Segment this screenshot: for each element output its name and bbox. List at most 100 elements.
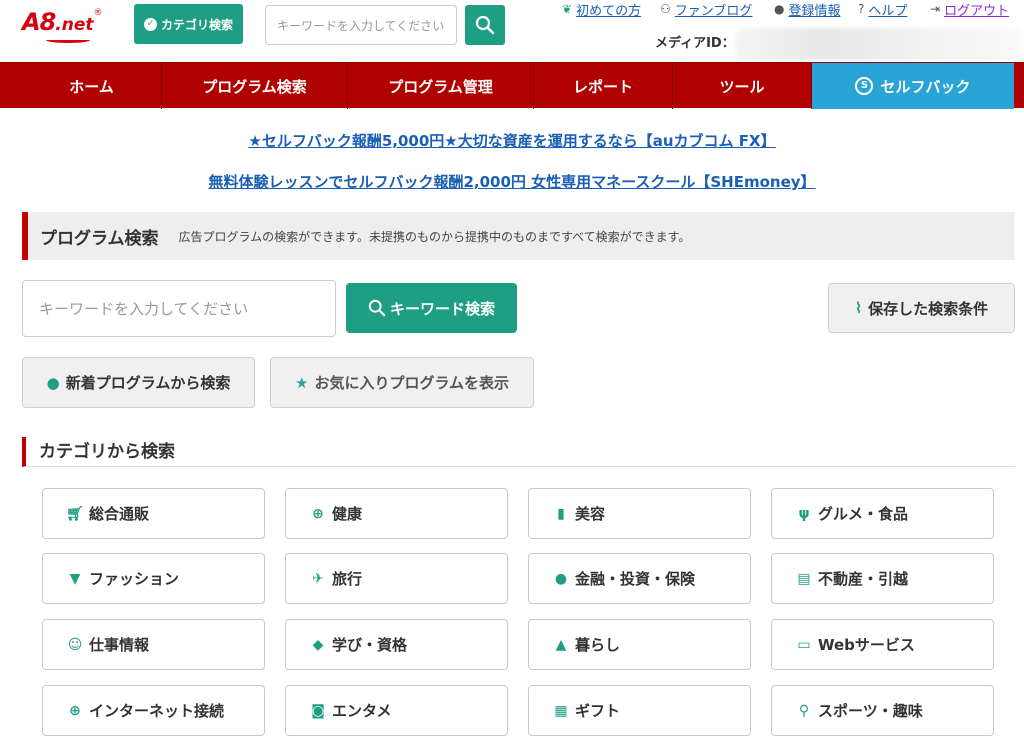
dress-icon: ▼ bbox=[69, 570, 81, 587]
category-label: 美容 bbox=[575, 505, 606, 523]
plane-icon: ✈ bbox=[312, 570, 324, 587]
search-icon bbox=[475, 15, 495, 35]
link-registration[interactable]: ● 登録情報 bbox=[774, 0, 841, 19]
new-programs-button[interactable]: ● 新着プログラムから検索 bbox=[22, 357, 255, 408]
category-web-services[interactable]: ▭ Webサービス bbox=[771, 619, 994, 670]
category-gift[interactable]: ▦ ギフト bbox=[528, 685, 751, 736]
program-search-title: プログラム検索 bbox=[40, 228, 159, 249]
nav-home[interactable]: ホーム bbox=[22, 63, 162, 109]
link-help[interactable]: ? ヘルプ bbox=[858, 0, 908, 19]
category-search-label: カテゴリ検索 bbox=[160, 17, 233, 32]
category-label: インターネット接続 bbox=[89, 702, 225, 720]
sports-icon: ⚲ bbox=[798, 702, 810, 719]
keyword-placeholder: キーワードを入力してください bbox=[39, 300, 249, 318]
category-sports[interactable]: ⚲ スポーツ・趣味 bbox=[771, 685, 994, 736]
category-section-title: カテゴリから検索 bbox=[22, 437, 1015, 467]
link-registration-label: 登録情報 bbox=[788, 3, 841, 19]
camera-icon: ◙ bbox=[311, 702, 325, 719]
nav-tools-label: ツール bbox=[719, 77, 765, 96]
category-general-shopping[interactable]: 🛒︎ 総合通販 bbox=[42, 488, 265, 539]
logout-icon: ⇥ bbox=[930, 2, 941, 16]
header-search-input[interactable]: キーワードを入力してください bbox=[265, 5, 457, 45]
first-aid-icon: ⊕ bbox=[312, 505, 324, 522]
category-learning[interactable]: ◆ 学び・資格 bbox=[285, 619, 508, 670]
money-bag-icon: ● bbox=[554, 570, 568, 587]
category-label: エンタメ bbox=[332, 702, 392, 720]
keyword-search-button[interactable]: キーワード検索 bbox=[346, 283, 517, 333]
favorite-programs-button[interactable]: ★ お気に入りプログラムを表示 bbox=[270, 357, 534, 408]
category-search-button[interactable]: ✓ カテゴリ検索 bbox=[134, 4, 243, 44]
keyword-input[interactable]: キーワードを入力してください bbox=[22, 280, 336, 337]
category-health[interactable]: ⊕ 健康 bbox=[285, 488, 508, 539]
category-beauty[interactable]: ▮ 美容 bbox=[528, 488, 751, 539]
category-entertainment[interactable]: ◙ エンタメ bbox=[285, 685, 508, 736]
program-search-header: プログラム検索 広告プログラムの検索ができます。未提携のものから提携中のものまで… bbox=[22, 212, 1014, 260]
category-internet[interactable]: ⊕ インターネット接続 bbox=[42, 685, 265, 736]
star-icon: ★ bbox=[294, 373, 309, 392]
nav-program-management[interactable]: プログラム管理 bbox=[348, 63, 534, 109]
category-living[interactable]: ▲ 暮らし bbox=[528, 619, 751, 670]
worker-icon: ☺ bbox=[67, 636, 83, 653]
nav-selfback-label: セルフバック bbox=[880, 77, 971, 96]
graduation-cap-icon: ◆ bbox=[312, 636, 324, 653]
link-fan-blog[interactable]: ⚇ ファンブログ bbox=[660, 0, 753, 19]
category-label: ギフト bbox=[575, 702, 621, 720]
lipstick-icon: ▮ bbox=[557, 505, 565, 522]
category-travel[interactable]: ✈ 旅行 bbox=[285, 553, 508, 604]
logo-main: A8 bbox=[22, 8, 56, 36]
media-id-label: メディアID： bbox=[655, 36, 735, 51]
promo-link-2[interactable]: 無料体験レッスンでセルフバック報酬2,000円 女性専用マネースクール【SHEm… bbox=[0, 171, 1024, 192]
category-label: 仕事情報 bbox=[89, 636, 150, 654]
person-icon: ● bbox=[774, 2, 785, 16]
link-logout[interactable]: ⇥ ログアウト bbox=[930, 0, 1010, 19]
nav-tools[interactable]: ツール bbox=[673, 63, 812, 109]
search-icon bbox=[368, 299, 386, 317]
chevron-down-icon: ✓ bbox=[143, 17, 157, 31]
lightbulb-icon: ● bbox=[46, 373, 60, 392]
leaf-icon: ❦ bbox=[562, 2, 573, 16]
promo-link-1[interactable]: ★セルフバック報酬5,000円★大切な資産を運用するなら【auカブコム FX】 bbox=[0, 130, 1024, 151]
logo-swoosh bbox=[46, 37, 90, 43]
header-search-placeholder: キーワードを入力してください bbox=[277, 18, 445, 33]
media-id-redacted bbox=[735, 28, 1024, 60]
nav-home-label: ホーム bbox=[69, 77, 114, 96]
nav-selfback[interactable]: S セルフバック bbox=[812, 63, 1014, 109]
paperclip-icon: ⌇ bbox=[854, 299, 863, 317]
cutlery-icon: ψ bbox=[798, 505, 810, 522]
logo-sub: .net bbox=[55, 15, 94, 35]
link-logout-label: ログアウト bbox=[944, 3, 1010, 19]
promo-link-2-label: 無料体験レッスンでセルフバック報酬2,000円 女性専用マネースクール【SHEm… bbox=[208, 173, 816, 191]
category-label: 旅行 bbox=[332, 570, 363, 588]
category-label: 健康 bbox=[332, 505, 363, 523]
question-icon: ? bbox=[858, 2, 865, 16]
category-label: Webサービス bbox=[818, 636, 915, 654]
category-finance[interactable]: ● 金融・投資・保険 bbox=[528, 553, 751, 604]
globe-icon: ⊕ bbox=[69, 702, 81, 719]
program-search-description: 広告プログラムの検索ができます。未提携のものから提携中のものまですべて検索ができ… bbox=[178, 229, 691, 244]
a8-logo[interactable]: A8.net® bbox=[22, 8, 122, 44]
category-label: 暮らし bbox=[575, 636, 621, 654]
promo-link-1-label: ★セルフバック報酬5,000円★大切な資産を運用するなら【auカブコム FX】 bbox=[248, 132, 776, 150]
category-label: スポーツ・趣味 bbox=[818, 702, 923, 720]
nav-report[interactable]: レポート bbox=[534, 63, 673, 109]
category-real-estate[interactable]: ▤ 不動産・引越 bbox=[771, 553, 994, 604]
category-section-title-text: カテゴリから検索 bbox=[39, 442, 175, 462]
category-gourmet[interactable]: ψ グルメ・食品 bbox=[771, 488, 994, 539]
category-label: 学び・資格 bbox=[332, 636, 408, 654]
category-label: グルメ・食品 bbox=[818, 505, 909, 523]
favorite-programs-label: お気に入りプログラムを表示 bbox=[314, 374, 509, 392]
link-fan-blog-label: ファンブログ bbox=[674, 3, 753, 19]
header-search-button[interactable] bbox=[465, 5, 505, 45]
nav-program-search[interactable]: プログラム検索 bbox=[162, 63, 348, 109]
category-fashion[interactable]: ▼ ファッション bbox=[42, 553, 265, 604]
gift-icon: ▦ bbox=[554, 702, 568, 719]
category-jobs[interactable]: ☺ 仕事情報 bbox=[42, 619, 265, 670]
new-programs-label: 新着プログラムから検索 bbox=[65, 374, 231, 392]
nav-program-management-label: プログラム管理 bbox=[388, 77, 493, 96]
link-help-label: ヘルプ bbox=[868, 3, 908, 19]
saved-search-button[interactable]: ⌇ 保存した検索条件 bbox=[828, 283, 1015, 333]
category-label: 総合通販 bbox=[89, 505, 150, 523]
house-icon: ▤ bbox=[797, 570, 811, 587]
category-label: ファッション bbox=[89, 570, 180, 588]
link-first-time[interactable]: ❦ 初めての方 bbox=[562, 0, 641, 19]
